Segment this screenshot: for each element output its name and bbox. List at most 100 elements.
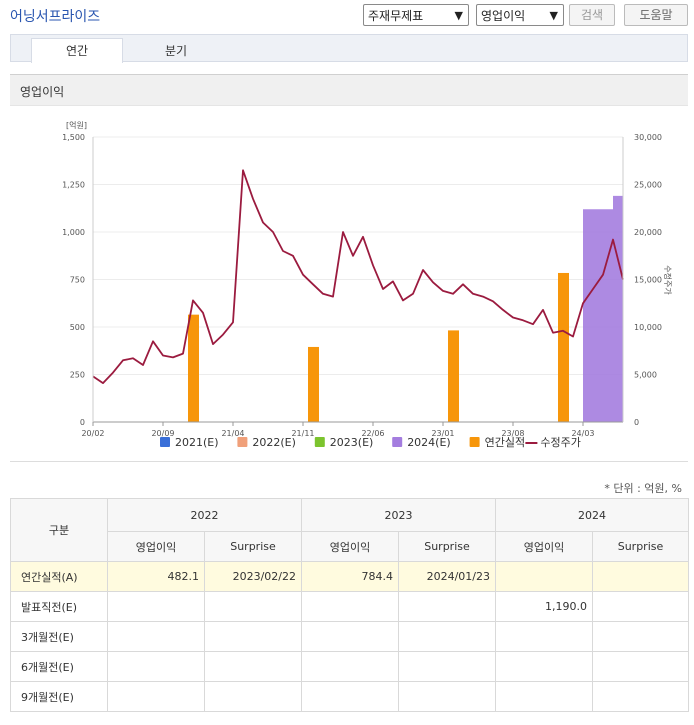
legend-label: 수정주가 [540,436,580,449]
table-cell [495,621,593,652]
table-cell [107,651,205,682]
table-cell: 784.4 [301,561,399,592]
metric-select[interactable]: 영업이익 ▼ [476,4,564,26]
y-left-unit: [억원] [66,120,87,130]
y-right-tick: 5,000 [634,371,657,380]
row-label: 3개월전(E) [10,621,108,652]
y-left-tick: 0 [80,418,85,427]
section-title: 영업이익 [20,85,65,99]
column-header: 영업이익 [107,531,205,562]
divider [10,461,688,462]
estimate-area [583,195,623,422]
estimate-2024-area [583,195,623,422]
tab-annual[interactable]: 연간 [31,38,123,63]
legend-label: 연간실적 [485,436,525,449]
company-name[interactable]: 어닝서프라이즈 [10,6,100,26]
table-row: 6개월전(E) [10,651,689,682]
table-cell [398,621,496,652]
table-cell [592,561,689,592]
row-label: 6개월전(E) [10,651,108,682]
period-tabs: 연간 분기 [10,34,688,63]
search-button[interactable]: 검색 [569,4,615,26]
legend-label: 2023(E) [330,436,374,449]
y-left-tick: 1,500 [62,133,85,142]
column-header: 영업이익 [495,531,593,562]
y-right-tick: 10,000 [634,323,662,332]
table-cell [592,591,689,622]
table-cell: 2024/01/23 [398,561,496,592]
tab-quarterly[interactable]: 분기 [131,39,221,63]
table-cell [495,651,593,682]
legend-swatch [237,437,248,447]
legend-swatch [314,437,325,447]
help-button[interactable]: 도움말 [624,4,688,26]
table-row: 연간실적(A) 482.1 2023/02/22 784.4 2024/01/2… [10,561,689,592]
table-cell [204,621,302,652]
y-right-tick: 15,000 [634,276,662,285]
table-cell [204,591,302,622]
table-cell [301,621,399,652]
year-header: 2023 [301,498,496,532]
unit-note: * 단위 : 억원, % [604,482,682,495]
legend-swatch [392,437,403,447]
x-tick: 20/09 [151,429,174,438]
y-right-tick: 30,000 [634,133,662,142]
column-header: Surprise [204,531,302,562]
legend-swatch [160,437,170,447]
y-right-tick: 20,000 [634,228,662,237]
column-header: Surprise [592,531,689,562]
column-header: Surprise [398,531,496,562]
table-cell [398,591,496,622]
y-left-tick: 250 [70,371,85,380]
y-left-tick: 500 [70,323,85,332]
x-tick: 20/02 [81,429,104,438]
legend-label: 2022(E) [252,436,296,449]
y-left-tick: 1,000 [62,228,85,237]
operating-profit-chart: 1,500 1,250 1,000 750 500 250 0 30,000 25,000 20,… [62,120,673,449]
chevron-down-icon: ▼ [454,9,463,22]
table-row: 발표직전(E) 1,190.0 [10,591,689,622]
table-cell [301,591,399,622]
table-cell: 482.1 [107,561,205,592]
column-header: 영업이익 [301,531,399,562]
statement-select[interactable]: 주재무제표 ▼ [363,4,469,26]
table-cell [204,681,302,712]
table-cell [495,561,593,592]
row-label: 연간실적(A) [10,561,108,592]
row-label: 9개월전(E) [10,681,108,712]
table-corner: 구분 [10,498,108,562]
chevron-down-icon: ▼ [549,9,558,22]
year-header: 2024 [495,498,689,532]
table-row: 3개월전(E) [10,621,689,652]
year-header: 2022 [107,498,302,532]
table-cell [592,651,689,682]
statement-select-value: 주재무제표 [368,9,424,23]
metric-select-value: 영업이익 [481,9,526,23]
annual-bar [448,330,459,422]
earnings-table: 구분 2022 2023 2024 영업이익 Surprise 영업이익 Sur… [10,498,689,712]
annual-bars [188,272,569,422]
price-series-line [92,169,624,384]
section-header: 영업이익 [10,74,688,106]
chart-grid [93,136,623,423]
table-cell [592,621,689,652]
legend-label: 2021(E) [175,436,219,449]
top-bar: 어닝서프라이즈 주재무제표 ▼ 영업이익 ▼ 검색 도움말 [0,0,694,32]
table-cell [398,651,496,682]
legend-swatch [469,437,480,447]
table-cell [592,681,689,712]
legend-label: 2024(E) [407,436,451,449]
annual-bar [308,346,319,422]
table-cell [301,651,399,682]
price-line [92,169,624,384]
y-left-tick: 1,250 [62,181,85,190]
table-cell [204,651,302,682]
y-right-tick: 0 [634,418,639,427]
table-cell [495,681,593,712]
x-tick: 21/04 [221,429,244,438]
annual-bar [558,272,569,422]
table-cell [107,681,205,712]
table-row: 9개월전(E) [10,681,689,712]
table-cell: 1,190.0 [495,591,593,622]
table-cell [301,681,399,712]
